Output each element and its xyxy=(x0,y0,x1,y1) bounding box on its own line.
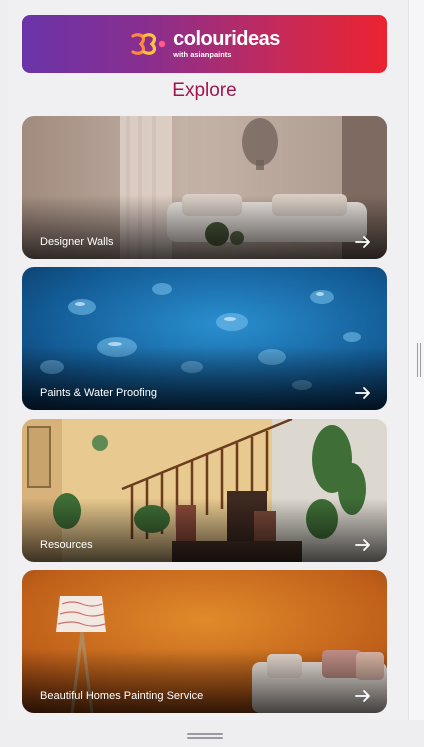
card-resources[interactable]: Resources xyxy=(22,419,387,562)
card-label: Paints & Water Proofing xyxy=(40,387,157,399)
card-paints-water-proofing[interactable]: Paints & Water Proofing xyxy=(22,267,387,410)
drag-handle-icon[interactable] xyxy=(187,733,223,739)
colourideas-logo-icon xyxy=(131,33,166,55)
section-title: Explore xyxy=(172,80,237,101)
brand-banner[interactable]: colourideas with asianpaints xyxy=(22,15,387,73)
card-label: Resources xyxy=(40,539,93,551)
scroll-grip-icon[interactable] xyxy=(417,343,421,377)
arrow-right-icon[interactable] xyxy=(355,689,371,703)
card-designer-walls[interactable]: Designer Walls xyxy=(22,116,387,259)
brand-tagline: with asianpaints xyxy=(173,50,232,60)
brand-logo: colourideas with asianpaints xyxy=(129,29,280,59)
card-beautiful-homes-painting-service[interactable]: Beautiful Homes Painting Service xyxy=(22,570,387,713)
arrow-right-icon[interactable] xyxy=(355,235,371,249)
card-label: Designer Walls xyxy=(40,236,114,248)
arrow-right-icon[interactable] xyxy=(355,538,371,552)
card-label: Beautiful Homes Painting Service xyxy=(40,690,204,702)
side-scroll-rail[interactable] xyxy=(408,0,424,747)
brand-name: colourideas xyxy=(173,28,280,51)
arrow-right-icon[interactable] xyxy=(355,386,371,400)
